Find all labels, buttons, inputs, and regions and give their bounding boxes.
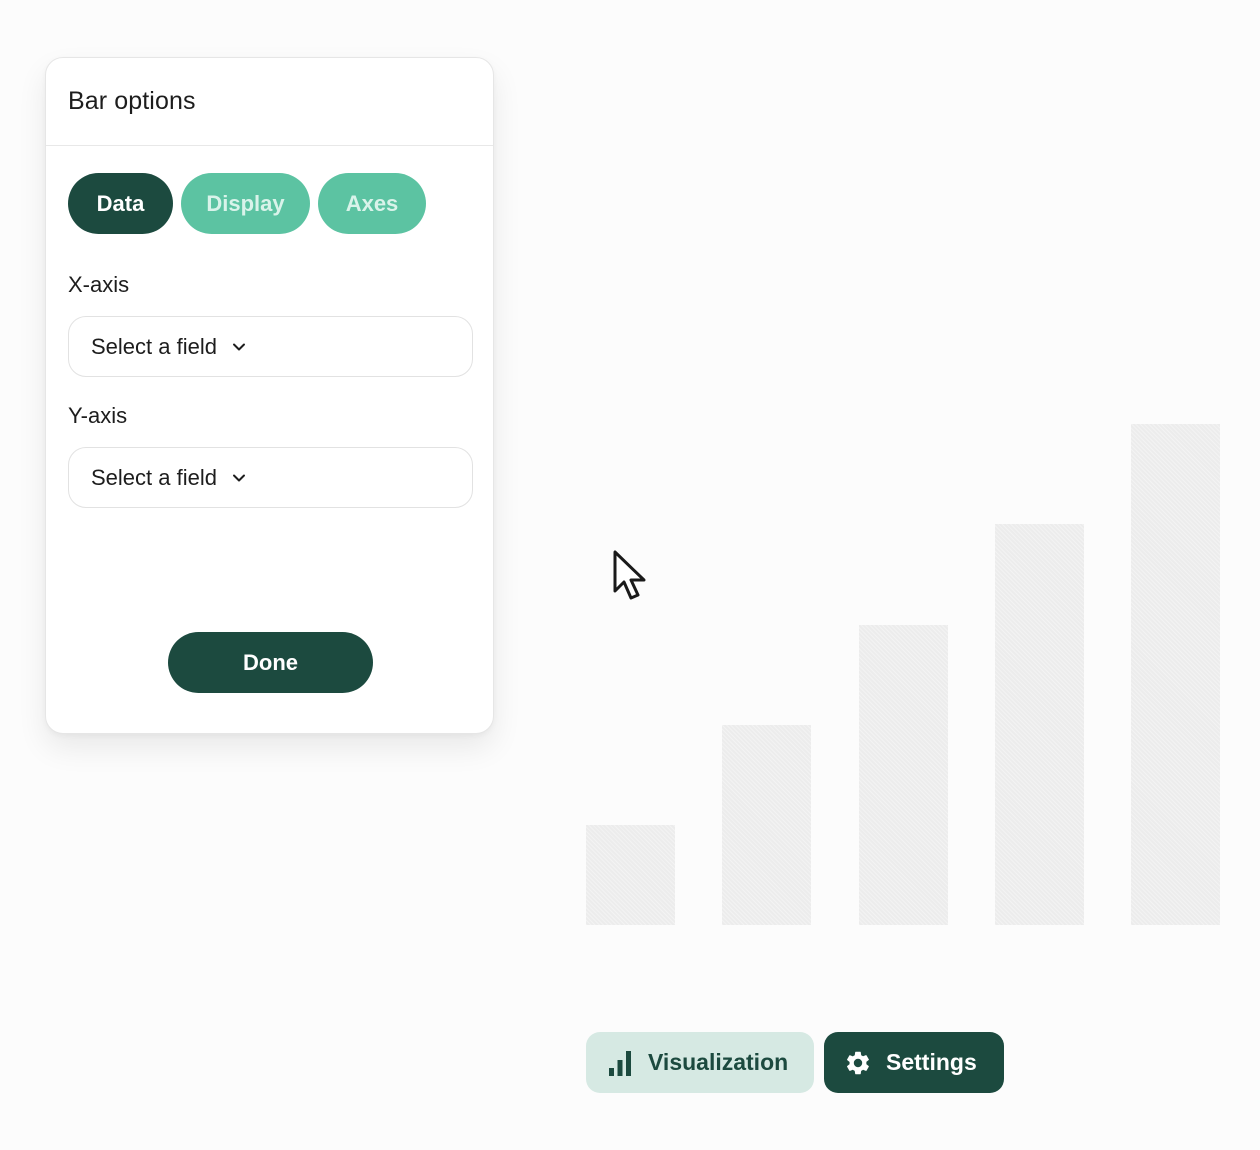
chart-bar <box>995 524 1084 925</box>
chart-bar <box>859 625 948 925</box>
chart-bar <box>722 725 811 925</box>
chart-bar <box>1131 424 1220 925</box>
x-axis-select[interactable]: Select a field <box>68 316 473 377</box>
settings-button[interactable]: Settings <box>824 1032 1004 1093</box>
chevron-down-icon <box>231 470 247 486</box>
bar-options-panel: Bar options Data Display Axes X-axis Sel… <box>45 57 494 734</box>
x-axis-select-value: Select a field <box>91 333 217 359</box>
options-tabs: Data Display Axes <box>68 173 426 234</box>
bar-chart-icon <box>606 1049 634 1077</box>
x-axis-label: X-axis <box>68 272 130 297</box>
y-axis-select-value: Select a field <box>91 464 217 490</box>
chevron-down-icon <box>231 339 247 355</box>
panel-title: Bar options <box>68 87 196 115</box>
gear-icon <box>844 1049 872 1077</box>
settings-label: Settings <box>886 1049 977 1075</box>
panel-header: Bar options <box>46 58 493 146</box>
tab-display[interactable]: Display <box>181 173 310 234</box>
mouse-pointer-icon <box>612 549 652 603</box>
tab-data[interactable]: Data <box>68 173 173 234</box>
y-axis-label: Y-axis <box>68 403 128 428</box>
bar-chart-preview <box>586 124 1220 925</box>
y-axis-select[interactable]: Select a field <box>68 447 473 508</box>
app-canvas: Bar options Data Display Axes X-axis Sel… <box>0 0 1260 1150</box>
visualization-label: Visualization <box>648 1049 789 1075</box>
visualization-button[interactable]: Visualization <box>586 1032 814 1093</box>
chart-bar <box>586 825 675 925</box>
done-button[interactable]: Done <box>168 632 373 693</box>
tab-axes[interactable]: Axes <box>318 173 426 234</box>
